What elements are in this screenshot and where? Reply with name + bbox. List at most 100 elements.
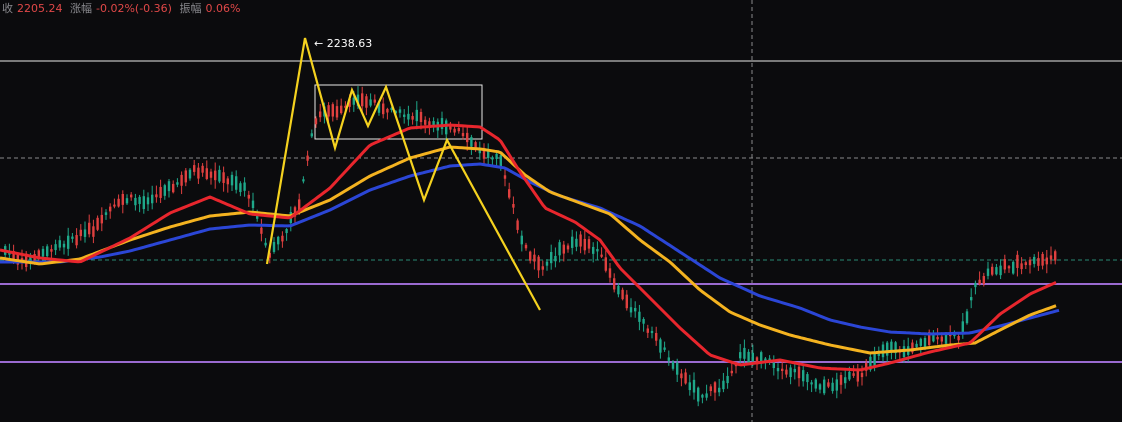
candle-body <box>659 339 662 353</box>
candle-body <box>138 196 141 204</box>
candle-body <box>508 189 511 198</box>
candle-body <box>491 157 494 160</box>
candle-body <box>625 294 628 309</box>
candle-body <box>1033 256 1036 264</box>
candle-body <box>155 194 158 198</box>
candle-body <box>886 342 889 356</box>
candle-body <box>369 99 372 106</box>
candle-body <box>1016 254 1019 268</box>
candle-body <box>495 153 498 159</box>
candle-body <box>71 236 74 239</box>
candle-body <box>600 254 603 257</box>
candle-body <box>566 245 570 250</box>
candle-body <box>642 318 645 324</box>
candle-body <box>319 111 322 118</box>
candle-body <box>382 103 385 115</box>
candle-body <box>335 106 339 118</box>
candle-body <box>986 268 990 276</box>
candles <box>4 86 1057 407</box>
candle-body <box>306 155 309 161</box>
candle-body <box>41 248 45 257</box>
candle-body <box>692 379 696 393</box>
candle-body <box>814 379 817 389</box>
candle-body <box>802 370 805 382</box>
candle-body <box>818 384 822 390</box>
candle-body <box>684 372 687 384</box>
candle-body <box>83 229 87 237</box>
candle-body <box>655 333 658 341</box>
candle-body <box>873 352 876 367</box>
candle-body <box>314 118 318 125</box>
candle-body <box>54 244 57 251</box>
candle-body <box>1037 257 1040 266</box>
candle-body <box>113 204 116 207</box>
candle-body <box>646 328 649 333</box>
candle-body <box>134 197 137 206</box>
candle-body <box>823 379 826 394</box>
candle-body <box>852 373 855 376</box>
candle-body <box>62 243 66 248</box>
candle-body <box>403 114 406 117</box>
candle-body <box>877 353 880 356</box>
candle-body <box>1003 259 1006 270</box>
candle-body <box>701 394 704 398</box>
candle-body <box>88 222 91 235</box>
candle-body <box>1041 253 1044 266</box>
candle-body <box>982 276 985 284</box>
candle-body <box>1045 257 1048 265</box>
candle-body <box>243 182 246 191</box>
candle-body <box>466 132 469 143</box>
candle-body <box>180 174 183 186</box>
candle-body <box>537 256 540 271</box>
candle-body <box>671 361 675 369</box>
candle-body <box>125 198 129 204</box>
candle-body <box>151 194 154 204</box>
candle-body <box>751 352 754 362</box>
candle-body <box>621 289 624 300</box>
candle-body <box>810 382 813 385</box>
candle-body <box>995 267 998 275</box>
candle-body <box>197 167 200 179</box>
candlestick-chart[interactable]: ← 2238.63 <box>0 0 1122 422</box>
candle-body <box>545 261 549 266</box>
candle-body <box>1020 263 1023 270</box>
candle-body <box>167 181 171 192</box>
candle-body <box>235 176 238 190</box>
candle-body <box>159 186 162 198</box>
candle-body <box>856 370 859 382</box>
candle-body <box>1049 255 1053 260</box>
candle-body <box>1028 259 1032 266</box>
candle-body <box>726 375 729 384</box>
candle-body <box>281 235 284 242</box>
candle-body <box>411 116 414 120</box>
candle-body <box>109 206 112 212</box>
candle-body <box>592 246 595 254</box>
candle-body <box>961 321 964 333</box>
candle-body <box>575 238 578 247</box>
candle-body <box>176 182 179 185</box>
candle-body <box>676 362 679 375</box>
candle-body <box>680 373 683 379</box>
candle-body <box>772 362 775 369</box>
candle-body <box>722 380 725 390</box>
candle-body <box>718 387 721 393</box>
candle-body <box>239 183 242 193</box>
candle-body <box>747 351 750 363</box>
candle-body <box>205 168 208 179</box>
candle-body <box>37 250 40 257</box>
candle-body <box>613 278 616 290</box>
high-price-label: ← 2238.63 <box>314 37 372 50</box>
candle-body <box>272 242 276 252</box>
candle-body <box>835 379 838 391</box>
candle-body <box>579 234 582 247</box>
candle-body <box>793 368 796 373</box>
candle-body <box>142 196 145 210</box>
candle-body <box>957 336 960 341</box>
candle-body <box>310 133 313 137</box>
candle-body <box>991 266 994 275</box>
candle-body <box>251 200 255 209</box>
candle-body <box>1054 251 1057 261</box>
candle-body <box>663 347 666 350</box>
candle-body <box>936 336 939 340</box>
pattern-drawing <box>265 37 541 311</box>
